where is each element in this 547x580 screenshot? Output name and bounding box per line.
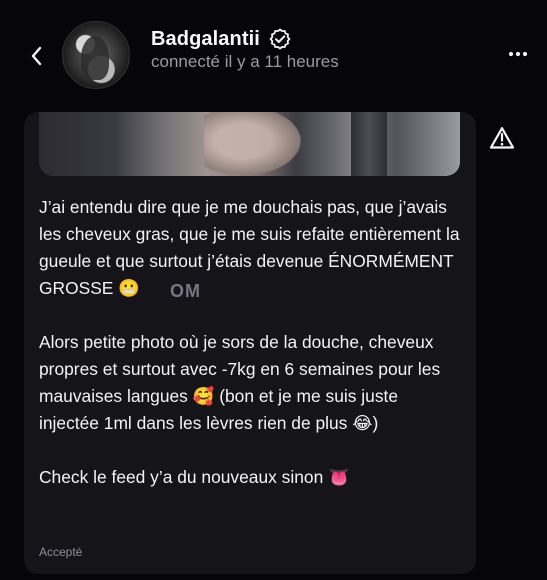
profile-name-row[interactable]: Badgalantii: [151, 26, 292, 52]
verified-badge-icon: [269, 28, 291, 50]
chevron-left-icon: [31, 46, 42, 66]
more-icon: [508, 51, 528, 57]
more-options-button[interactable]: [507, 43, 529, 65]
report-warning-button[interactable]: [489, 126, 515, 150]
chat-header: Badgalantii connecté il y a 11 heures: [0, 0, 547, 112]
message-card: J’ai entendu dire que je me douchais pas…: [24, 112, 476, 574]
back-button[interactable]: [28, 44, 46, 68]
online-status: connecté il y a 11 heures: [151, 52, 339, 71]
post-image[interactable]: [39, 112, 460, 176]
message-text: J’ai entendu dire que je me douchais pas…: [39, 197, 460, 487]
profile-name: Badgalantii: [151, 27, 260, 50]
accepted-label: Accepté: [39, 545, 83, 559]
avatar[interactable]: [62, 21, 130, 89]
warning-icon: [489, 127, 515, 149]
watermark: OM: [170, 281, 201, 301]
